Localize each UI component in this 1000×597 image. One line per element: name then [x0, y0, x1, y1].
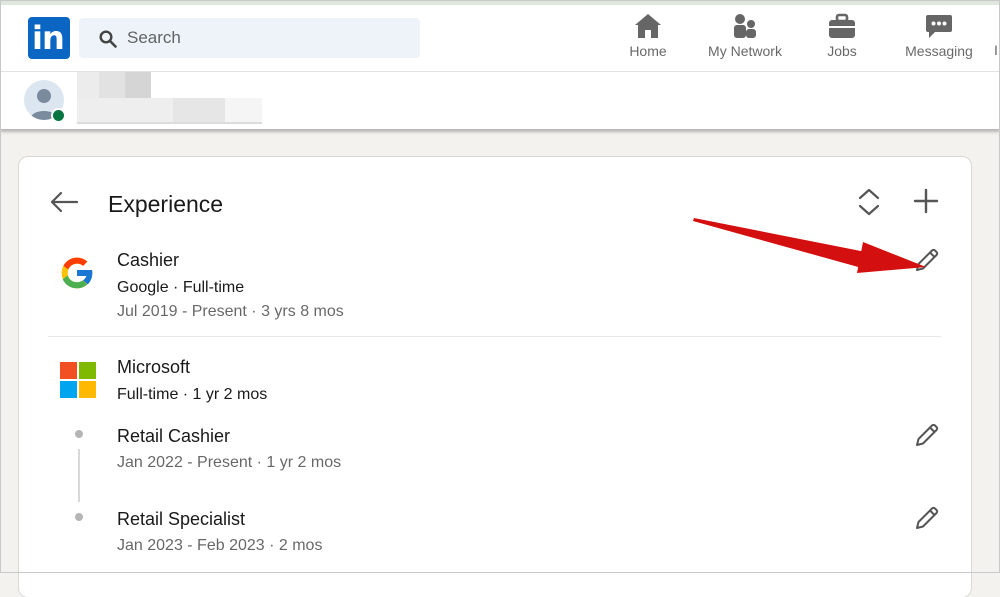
search-icon	[99, 30, 117, 48]
search-input[interactable]	[127, 18, 407, 58]
logo-text: in	[32, 19, 65, 57]
nav-label-jobs: Jobs	[827, 43, 857, 59]
back-arrow-icon[interactable]	[49, 190, 79, 214]
position-company: Google · Full-time	[117, 279, 245, 296]
messaging-icon	[926, 15, 952, 38]
linkedin-logo[interactable]: in	[28, 17, 70, 59]
global-nav: in Home My Network Jobs	[0, 5, 1000, 72]
google-logo-icon	[61, 257, 94, 289]
online-status-dot	[51, 108, 66, 123]
timeline-dot	[75, 513, 83, 521]
position-dates: Jan 2022 - Present · 1 yr 2 mos	[117, 454, 342, 471]
annotation-arrow-icon	[693, 218, 926, 273]
nav-label-my-network: My Network	[708, 43, 782, 59]
position-title[interactable]: Cashier	[117, 250, 179, 271]
position-dates: Jan 2023 - Feb 2023 · 2 mos	[117, 537, 323, 554]
nav-item-my-network[interactable]: My Network	[704, 13, 786, 69]
nav-label-messaging: Messaging	[905, 43, 973, 59]
briefcase-icon	[829, 13, 855, 38]
edit-pencil-icon[interactable]	[913, 421, 941, 449]
search-bar[interactable]	[79, 18, 420, 58]
position-dates: Jul 2019 - Present · 3 yrs 8 mos	[117, 303, 344, 320]
section-title: Experience	[108, 191, 224, 217]
nav-item-home[interactable]: Home	[622, 13, 674, 69]
company-employment-summary: Full-time · 1 yr 2 mos	[117, 386, 268, 403]
nav-label-cut-off: I	[994, 42, 998, 58]
add-icon[interactable]	[912, 187, 940, 215]
edit-pencil-icon[interactable]	[913, 504, 941, 532]
company-name[interactable]: Microsoft	[117, 357, 190, 378]
timeline-dot	[75, 430, 83, 438]
position-title[interactable]: Retail Specialist	[117, 509, 245, 530]
network-icon	[734, 14, 756, 38]
timeline-line	[78, 449, 80, 502]
nav-item-jobs[interactable]: Jobs	[824, 13, 860, 69]
microsoft-logo-icon	[60, 362, 96, 398]
entry-divider	[48, 336, 941, 337]
nav-item-messaging[interactable]: Messaging	[903, 13, 975, 69]
profile-strip	[0, 72, 1000, 129]
position-title[interactable]: Retail Cashier	[117, 426, 230, 447]
nav-label-home: Home	[629, 43, 667, 59]
blurred-name	[77, 72, 262, 124]
home-icon	[635, 14, 661, 38]
